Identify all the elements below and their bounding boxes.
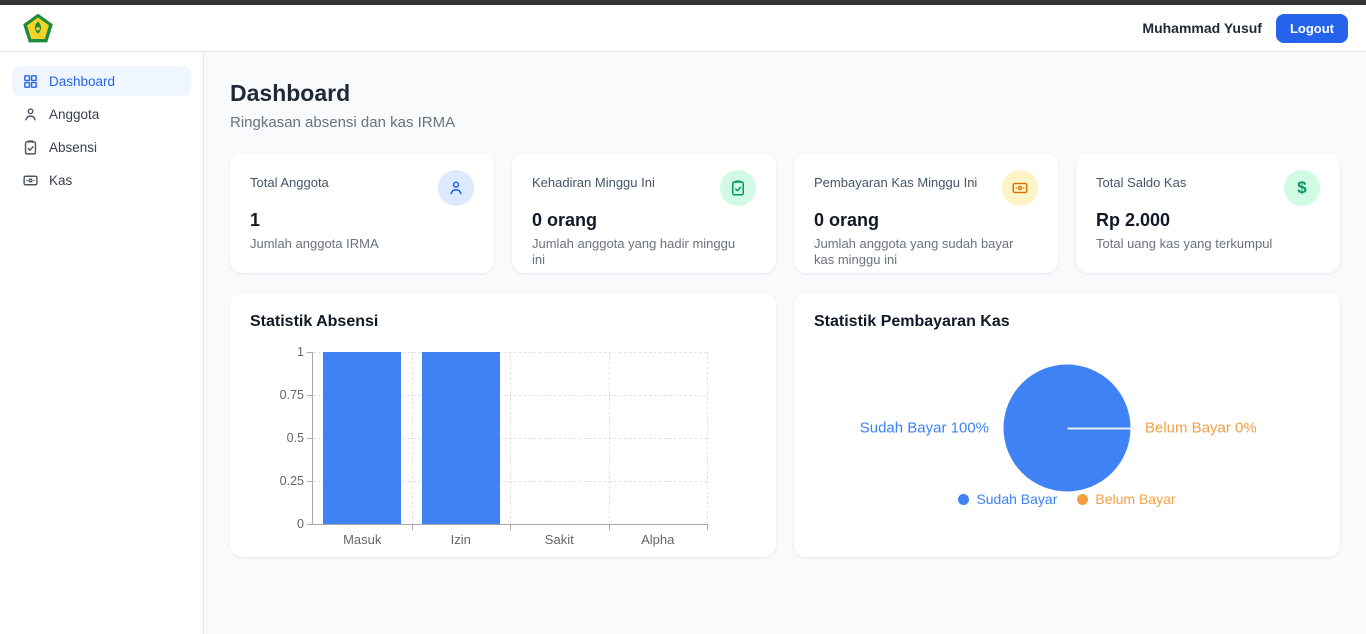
x-tick-mark bbox=[609, 524, 610, 530]
banknote-icon bbox=[1011, 179, 1029, 197]
clipboard-check-icon bbox=[22, 139, 39, 156]
pie-slice-divider bbox=[1067, 427, 1135, 429]
pie-outer-label-sudah-bayar: Sudah Bayar 100% bbox=[860, 420, 989, 437]
pie-slice-sudah-bayar bbox=[1004, 365, 1131, 492]
y-tick-label: 0.5 bbox=[287, 431, 304, 445]
stat-label: Total Anggota bbox=[250, 170, 329, 190]
y-tick-mark bbox=[307, 395, 313, 396]
legend-label: Sudah Bayar bbox=[976, 491, 1057, 507]
absensi-bar-chart: 00.250.50.751MasukIzinSakitAlpha bbox=[312, 352, 707, 525]
sidebar-item-label: Anggota bbox=[49, 107, 99, 122]
kas-pie-chart: Sudah Bayar 100% Belum Bayar 0% Sudah Ba… bbox=[814, 335, 1320, 521]
x-category-label: Masuk bbox=[343, 532, 381, 547]
x-tick-mark bbox=[412, 524, 413, 530]
stat-card-total-anggota: Total Anggota 1 Jumlah anggota IRMA bbox=[230, 153, 494, 273]
legend-dot-icon bbox=[958, 494, 969, 505]
y-tick-mark bbox=[307, 438, 313, 439]
legend-dot-icon bbox=[1077, 494, 1088, 505]
stat-description: Jumlah anggota IRMA bbox=[250, 236, 460, 252]
stat-card-pembayaran-kas: Pembayaran Kas Minggu Ini 0 orang Jumlah… bbox=[794, 153, 1058, 273]
stat-description: Total uang kas yang terkumpul bbox=[1096, 236, 1306, 252]
stat-card-saldo-kas: Total Saldo Kas $ Rp 2.000 Total uang ka… bbox=[1076, 153, 1340, 273]
sidebar-item-kas[interactable]: Kas bbox=[12, 165, 191, 195]
y-tick-label: 1 bbox=[297, 345, 304, 359]
bar-izin bbox=[422, 352, 500, 524]
absensi-chart-card: Statistik Absensi 00.250.50.751MasukIzin… bbox=[230, 293, 776, 557]
stat-description: Jumlah anggota yang hadir minggu ini bbox=[532, 236, 742, 269]
stat-value: Rp 2.000 bbox=[1096, 210, 1320, 231]
person-icon bbox=[447, 179, 465, 197]
x-tick-mark bbox=[707, 524, 708, 530]
stat-value: 0 orang bbox=[814, 210, 1038, 231]
dollar-icon: $ bbox=[1297, 178, 1306, 198]
stat-value: 0 orang bbox=[532, 210, 756, 231]
y-tick-mark bbox=[307, 352, 313, 353]
bar-chart-title: Statistik Absensi bbox=[250, 313, 756, 331]
legend-item-belum-bayar[interactable]: Belum Bayar bbox=[1077, 491, 1175, 507]
kas-chart-card: Statistik Pembayaran Kas Sudah Bayar 100… bbox=[794, 293, 1340, 557]
banknote-icon bbox=[22, 172, 39, 189]
person-icon bbox=[22, 106, 39, 123]
y-tick-label: 0 bbox=[297, 517, 304, 531]
stat-card-kehadiran: Kehadiran Minggu Ini 0 orang Jumlah angg… bbox=[512, 153, 776, 273]
grid-icon bbox=[22, 73, 39, 90]
sidebar-item-label: Absensi bbox=[49, 140, 97, 155]
x-category-label: Alpha bbox=[641, 532, 674, 547]
sidebar-item-anggota[interactable]: Anggota bbox=[12, 99, 191, 129]
pie-legend: Sudah Bayar Belum Bayar bbox=[814, 491, 1320, 507]
sidebar: Dashboard Anggota Absensi Kas bbox=[0, 52, 204, 634]
x-gridline bbox=[510, 352, 511, 524]
sidebar-item-absensi[interactable]: Absensi bbox=[12, 132, 191, 162]
stat-description: Jumlah anggota yang sudah bayar kas ming… bbox=[814, 236, 1024, 269]
x-gridline bbox=[412, 352, 413, 524]
stat-label: Kehadiran Minggu Ini bbox=[532, 170, 655, 190]
clipboard-check-icon bbox=[729, 179, 747, 197]
pie-chart-title: Statistik Pembayaran Kas bbox=[814, 313, 1320, 331]
pie-outer-label-belum-bayar: Belum Bayar 0% bbox=[1145, 420, 1257, 437]
user-name: Muhammad Yusuf bbox=[1142, 20, 1262, 36]
stat-label: Pembayaran Kas Minggu Ini bbox=[814, 170, 977, 190]
top-navbar: Muhammad Yusuf Logout bbox=[0, 5, 1366, 52]
logout-button[interactable]: Logout bbox=[1276, 14, 1348, 43]
legend-label: Belum Bayar bbox=[1095, 491, 1175, 507]
x-tick-mark bbox=[510, 524, 511, 530]
stat-label: Total Saldo Kas bbox=[1096, 170, 1186, 190]
page-subtitle: Ringkasan absensi dan kas IRMA bbox=[230, 114, 1340, 131]
x-category-label: Sakit bbox=[545, 532, 574, 547]
y-tick-label: 0.75 bbox=[280, 388, 304, 402]
sidebar-item-label: Kas bbox=[49, 173, 72, 188]
stat-value: 1 bbox=[250, 210, 474, 231]
page-title: Dashboard bbox=[230, 80, 1340, 107]
x-category-label: Izin bbox=[451, 532, 471, 547]
charts-row: Statistik Absensi 00.250.50.751MasukIzin… bbox=[230, 293, 1340, 557]
sidebar-item-label: Dashboard bbox=[49, 74, 115, 89]
kemenag-logo-icon bbox=[22, 12, 54, 44]
y-tick-mark bbox=[307, 524, 313, 525]
main-content: Dashboard Ringkasan absensi dan kas IRMA… bbox=[204, 52, 1366, 634]
legend-item-sudah-bayar[interactable]: Sudah Bayar bbox=[958, 491, 1057, 507]
x-gridline bbox=[707, 352, 708, 524]
y-tick-label: 0.25 bbox=[280, 474, 304, 488]
stat-cards-row: Total Anggota 1 Jumlah anggota IRMA Keha… bbox=[230, 153, 1340, 273]
bar-masuk bbox=[323, 352, 401, 524]
y-tick-mark bbox=[307, 481, 313, 482]
x-gridline bbox=[609, 352, 610, 524]
sidebar-item-dashboard[interactable]: Dashboard bbox=[12, 66, 191, 96]
